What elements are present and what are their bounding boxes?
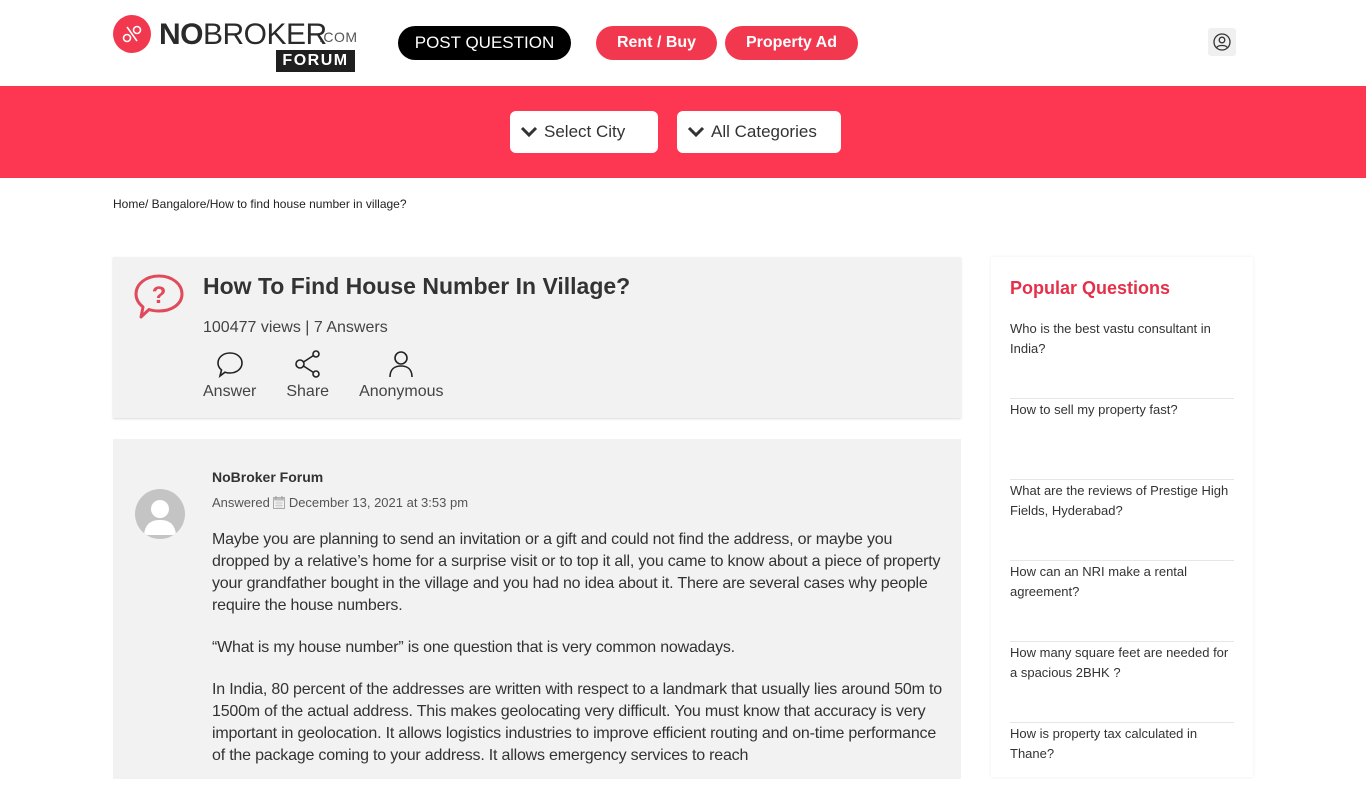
popular-questions-title: Popular Questions <box>1010 278 1171 298</box>
popular-question-link[interactable]: Who is the best vastu consultant in Indi… <box>1010 318 1234 399</box>
question-title: How To Find House Number In Village? <box>203 273 631 299</box>
speech-bubble-icon <box>216 352 243 379</box>
question-bubble-icon: ? <box>133 273 185 326</box>
select-city-dropdown[interactable]: Select City <box>510 111 658 153</box>
site-header: NOBROKER .COM FORUM POST QUESTION Rent /… <box>0 0 1366 86</box>
chevron-down-icon <box>520 126 538 138</box>
breadcrumb-city[interactable]: Bangalore/ <box>148 197 210 211</box>
breadcrumb-current: How to find house number in village? <box>209 197 407 211</box>
question-card: ? How To Find House Number In Village? 1… <box>113 257 961 418</box>
question-actions: Answer Share Anonymous <box>203 349 474 401</box>
percent-logo-icon <box>113 15 151 53</box>
filter-banner: Select City All Categories <box>0 86 1366 178</box>
answer-body: Maybe you are planning to send an invita… <box>212 529 942 787</box>
answer-author[interactable]: NoBroker Forum <box>212 469 323 485</box>
answer-paragraph: Maybe you are planning to send an invita… <box>212 531 941 614</box>
user-account-button[interactable] <box>1208 28 1236 56</box>
popular-questions-panel: Popular Questions Who is the best vastu … <box>991 257 1253 777</box>
post-question-button[interactable]: POST QUESTION <box>398 26 571 60</box>
breadcrumb: Home/ Bangalore/How to find house number… <box>113 197 407 211</box>
share-action[interactable]: Share <box>286 349 329 401</box>
logo-com: .COM <box>319 29 358 45</box>
select-city-label: Select City <box>544 122 626 141</box>
chevron-down-icon <box>687 126 705 138</box>
answer-paragraph: “What is my house number” is one questio… <box>212 639 735 656</box>
category-label: All Categories <box>711 122 817 141</box>
popular-question-link[interactable]: How is property tax calculated in Thane? <box>1010 723 1234 804</box>
popular-question-link[interactable]: What are the reviews of Prestige High Fi… <box>1010 480 1234 561</box>
share-icon <box>294 350 320 378</box>
logo-wordmark: NOBROKER <box>159 18 327 51</box>
user-circle-icon <box>1213 33 1231 51</box>
property-ad-button[interactable]: Property Ad <box>725 26 858 60</box>
svg-text:?: ? <box>152 282 167 309</box>
popular-question-link[interactable]: How many square feet are needed for a sp… <box>1010 642 1234 723</box>
answer-date: December 13, 2021 at 3:53 pm <box>288 495 469 510</box>
popular-questions-list: Who is the best vastu consultant in Indi… <box>1010 318 1234 804</box>
logo-forum-badge: FORUM <box>276 50 355 72</box>
popular-question-link[interactable]: How to sell my property fast? <box>1010 399 1234 480</box>
calendar-icon <box>272 496 285 509</box>
avatar <box>135 489 185 539</box>
anonymous-action[interactable]: Anonymous <box>359 349 444 401</box>
answer-action[interactable]: Answer <box>203 349 256 401</box>
answered-label: Answered <box>212 495 270 510</box>
answer-date-line: Answered December 13, 2021 at 3:53 pm <box>212 495 468 510</box>
answer-paragraph: In India, 80 percent of the addresses ar… <box>212 681 942 764</box>
popular-question-link[interactable]: How can an NRI make a rental agreement? <box>1010 561 1234 642</box>
user-icon <box>389 351 414 378</box>
breadcrumb-home[interactable]: Home/ <box>113 197 148 211</box>
answer-card: NoBroker Forum Answered December 13, 202… <box>113 439 961 779</box>
category-dropdown[interactable]: All Categories <box>677 111 841 153</box>
rent-buy-button[interactable]: Rent / Buy <box>596 26 717 60</box>
nobroker-forum-logo[interactable]: NOBROKER .COM FORUM <box>113 14 358 74</box>
question-stats: 100477 views | 7 Answers <box>203 319 388 336</box>
